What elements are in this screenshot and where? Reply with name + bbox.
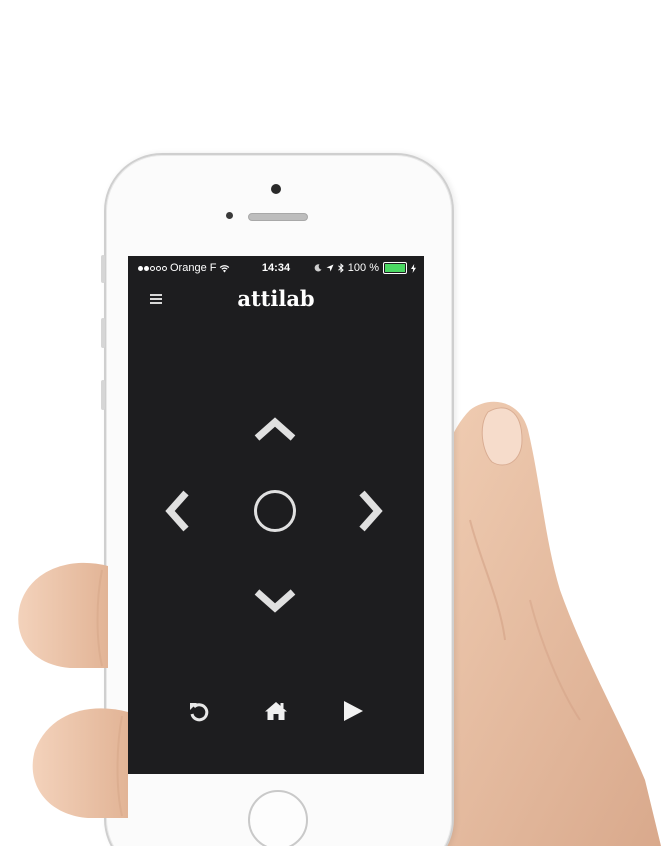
phone-volume-down xyxy=(101,380,105,410)
charging-bolt-icon xyxy=(411,263,416,273)
front-camera xyxy=(271,184,281,194)
phone-mute-switch xyxy=(101,255,105,283)
proximity-sensor xyxy=(226,212,233,219)
chevron-right-icon xyxy=(359,490,383,532)
chevron-left-icon xyxy=(165,490,189,532)
back-button[interactable] xyxy=(188,701,210,723)
app-screen: Orange F 14:34 100 % attilab xyxy=(128,256,424,774)
battery-icon xyxy=(383,262,407,274)
battery-percent: 100 % xyxy=(347,262,379,274)
dpad-up-button[interactable] xyxy=(252,416,298,444)
chevron-down-icon xyxy=(254,589,296,613)
scene: Orange F 14:34 100 % attilab xyxy=(0,0,661,846)
bluetooth-icon xyxy=(337,263,344,273)
circle-select-icon xyxy=(254,490,296,532)
status-right-group: 100 % xyxy=(314,262,416,274)
earpiece-speaker xyxy=(248,213,308,221)
home-nav-button[interactable] xyxy=(264,701,288,721)
dpad-down-button[interactable] xyxy=(252,586,298,614)
home-button[interactable] xyxy=(248,790,308,846)
chevron-up-icon xyxy=(254,417,296,441)
home-icon xyxy=(265,702,287,720)
dpad-select-button[interactable] xyxy=(252,488,298,534)
app-title: attilab xyxy=(237,286,315,311)
play-button[interactable] xyxy=(342,700,364,722)
play-icon xyxy=(344,701,363,721)
moon-icon xyxy=(314,264,322,272)
status-bar: Orange F 14:34 100 % xyxy=(128,256,424,276)
dpad-left-button[interactable] xyxy=(162,488,192,534)
location-arrow-icon xyxy=(326,264,334,272)
undo-icon xyxy=(190,703,209,722)
phone-volume-up xyxy=(101,318,105,348)
dpad-right-button[interactable] xyxy=(356,488,386,534)
